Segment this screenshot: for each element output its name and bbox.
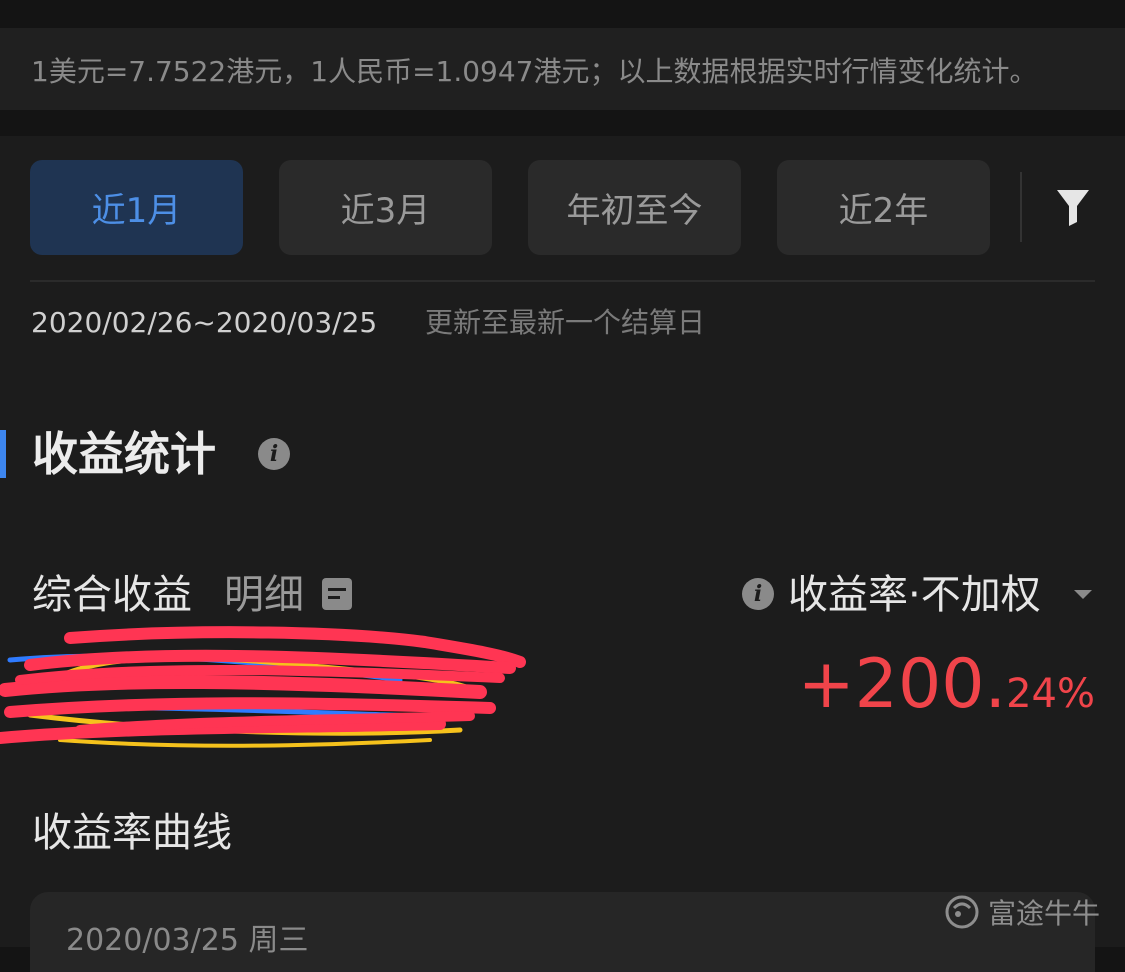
redaction-scribble [0,626,526,748]
date-range: 2020/02/26~2020/03/25 [31,306,378,339]
divider [30,280,1095,282]
chevron-down-icon[interactable] [1074,590,1092,599]
watermark-text: 富途牛牛 [988,897,1101,930]
return-curve-title: 收益率曲线 [32,810,232,856]
detail-icon[interactable] [322,578,352,610]
tab-3-months[interactable]: 近3月 [279,160,492,255]
tab-1-month[interactable]: 近1月 [30,160,243,255]
info-icon[interactable]: i [258,438,290,470]
status-strip [0,0,1125,28]
total-return-label: 综合收益 [32,572,192,618]
detail-link[interactable]: 明细 [224,570,304,620]
section-marker [0,430,6,478]
section-title: 收益统计 [32,427,216,481]
update-note: 更新至最新一个结算日 [425,306,706,339]
return-rate-integer: +200. [797,645,1007,724]
tab-year-to-date[interactable]: 年初至今 [528,160,741,255]
metric-selector[interactable]: 收益率·不加权 [788,570,1041,620]
metric-info-icon[interactable]: i [742,578,774,610]
chart-date-label: 2020/03/25 周三 [66,923,309,958]
return-rate-decimal: 24% [1006,671,1095,717]
watermark: 富途牛牛 [944,892,1100,932]
tab-divider [1020,172,1022,242]
futu-logo-icon [945,895,979,929]
return-rate-value: +200.24% [798,645,1095,742]
tab-2-years[interactable]: 近2年 [777,160,990,255]
exchange-rate-note: 1美元=7.7522港元，1人民币=1.0947港元；以上数据根据实时行情变化统… [31,55,1038,88]
filter-icon[interactable] [1056,188,1090,226]
